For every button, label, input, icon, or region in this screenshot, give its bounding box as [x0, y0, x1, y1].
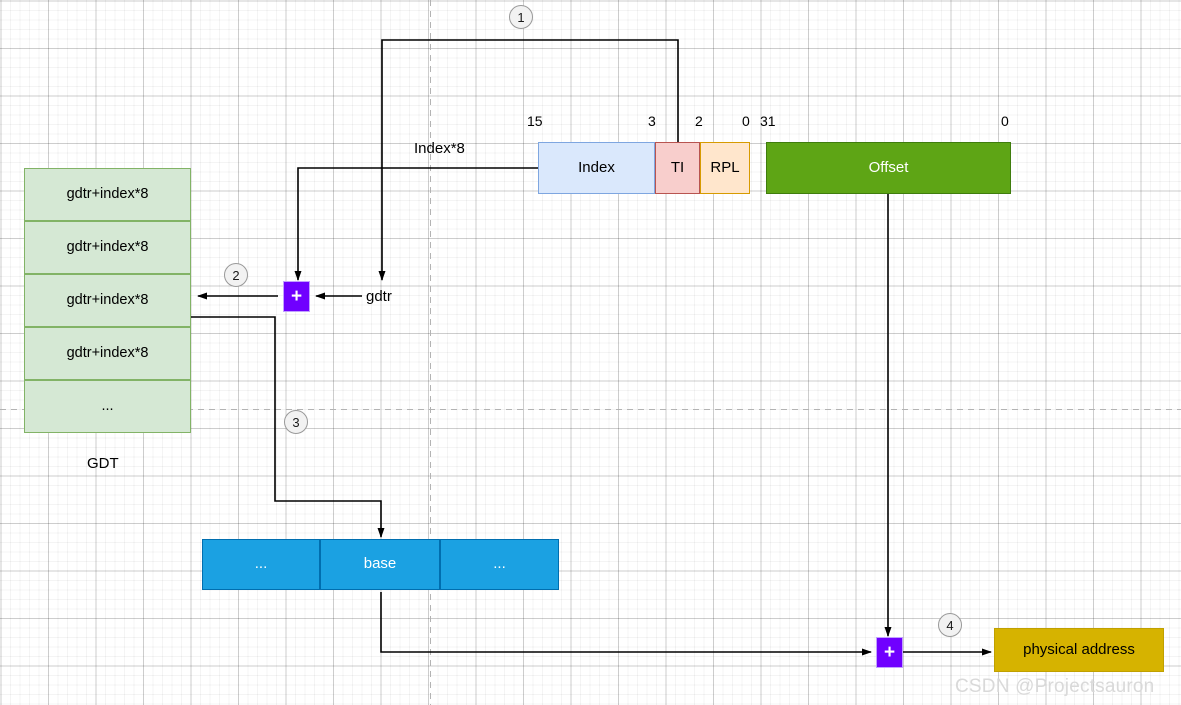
selector-field-label: Index [578, 158, 615, 176]
bit-label-0: 0 [742, 113, 750, 129]
edge-index-times-8 [294, 167, 538, 281]
adder-final-node[interactable]: + [876, 637, 903, 668]
physical-address-box[interactable]: physical address [994, 628, 1164, 672]
gdt-row-2[interactable]: gdtr+index*8 [24, 274, 191, 327]
physical-address-label: physical address [1023, 640, 1135, 658]
bit-label-offset-0: 0 [1001, 113, 1009, 129]
selector-field-index[interactable]: Index [538, 142, 655, 194]
gdt-row-label: gdtr+index*8 [66, 238, 149, 255]
step-badge-3: 3 [284, 410, 308, 434]
plus-symbol: + [883, 642, 896, 663]
gdt-row-label: ... [101, 397, 114, 414]
descriptor-cell-right[interactable]: ... [440, 539, 559, 590]
selector-field-ti[interactable]: TI [655, 142, 700, 194]
descriptor-cell-base[interactable]: base [320, 539, 440, 590]
step-badge-2: 2 [224, 263, 248, 287]
offset-field[interactable]: Offset [766, 142, 1011, 194]
step-badge-4: 4 [938, 613, 962, 637]
gdt-caption: GDT [87, 455, 119, 472]
descriptor-cell-label: ... [493, 555, 506, 573]
selector-field-label: RPL [710, 158, 740, 176]
selector-field-label: TI [670, 158, 685, 176]
step-badge-label: 3 [292, 414, 300, 430]
plus-symbol: + [290, 286, 303, 307]
gdt-row-label: gdtr+index*8 [66, 185, 149, 202]
gdt-row-label: gdtr+index*8 [66, 291, 149, 308]
gdt-row-0[interactable]: gdtr+index*8 [24, 168, 191, 221]
edge-base-to-final-adder [380, 592, 872, 656]
gdt-row-4[interactable]: ... [24, 380, 191, 433]
adder-gdt-node[interactable]: + [283, 281, 310, 312]
descriptor-cell-left[interactable]: ... [202, 539, 320, 590]
bit-label-31: 31 [760, 113, 776, 129]
descriptor-cell-label: base [363, 555, 397, 573]
descriptor-cell-label: ... [254, 555, 268, 573]
index-times-8-label: Index*8 [414, 140, 465, 157]
bit-label-3: 3 [648, 113, 656, 129]
gdt-row-label: gdtr+index*8 [66, 344, 149, 361]
step-badge-label: 1 [517, 9, 525, 25]
bit-label-2: 2 [695, 113, 703, 129]
gdt-row-3[interactable]: gdtr+index*8 [24, 327, 191, 380]
bit-label-15: 15 [527, 113, 543, 129]
gdtr-label: gdtr [366, 288, 392, 305]
offset-field-label: Offset [868, 158, 909, 176]
step-badge-label: 4 [946, 617, 954, 633]
diagram-canvas: gdtr+index*8 gdtr+index*8 gdtr+index*8 g… [0, 0, 1181, 705]
watermark: CSDN @Projectsauron [955, 676, 1155, 697]
selector-field-rpl[interactable]: RPL [700, 142, 750, 194]
step-badge-label: 2 [232, 267, 240, 283]
step-badge-1: 1 [509, 5, 533, 29]
gdt-row-1[interactable]: gdtr+index*8 [24, 221, 191, 274]
